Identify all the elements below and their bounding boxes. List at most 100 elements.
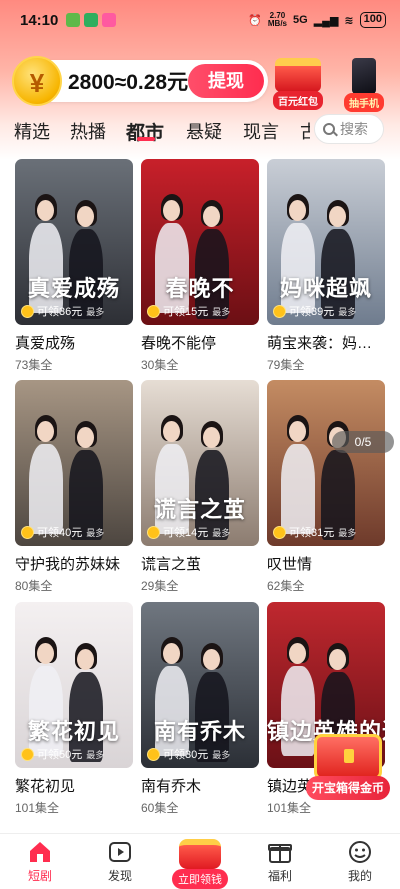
drama-title[interactable]: 春晚不能停 bbox=[141, 332, 259, 353]
drama-poster[interactable]: 妈咪超飒可领39元 最多 bbox=[267, 159, 385, 325]
reward-amount: 可领36元 bbox=[37, 306, 83, 318]
drama-episode-count: 30集全 bbox=[141, 358, 179, 372]
gift-icon bbox=[267, 839, 293, 865]
drama-poster[interactable]: 谎言之茧 可领14元 最多 bbox=[141, 380, 259, 546]
reward-max-label: 最多 bbox=[338, 527, 357, 538]
drama-title[interactable]: 繁花初见 bbox=[15, 775, 133, 796]
drama-episode-count: 80集全 bbox=[15, 579, 53, 593]
red-envelope-promo[interactable]: 百元红包 bbox=[270, 58, 326, 110]
phone-icon bbox=[352, 58, 376, 94]
treasure-chest-icon bbox=[314, 734, 382, 780]
tab-xianyan[interactable]: 现言 bbox=[243, 118, 279, 144]
withdraw-button[interactable]: 提现 bbox=[188, 64, 264, 98]
drama-episode-count: 29集全 bbox=[141, 579, 179, 593]
nav-claim-money[interactable]: 立即领钱 bbox=[170, 839, 230, 889]
category-tabs: 精选 热播 都市 悬疑 现言 古 bbox=[0, 112, 310, 152]
drama-card[interactable]: 谎言之茧 可领14元 最多谎言之茧 29集全 bbox=[141, 380, 259, 594]
search-box[interactable]: 搜索 bbox=[314, 114, 384, 144]
nav-profile[interactable]: 我的 bbox=[330, 839, 390, 884]
phone-lottery-promo[interactable]: 抽手机 bbox=[336, 58, 392, 112]
coin-icon bbox=[147, 747, 160, 761]
drama-poster[interactable]: 可领40元 最多 bbox=[15, 380, 133, 546]
poster-title-art: 真爱成殇 bbox=[27, 276, 120, 301]
nav-welfare-label: 福利 bbox=[267, 869, 292, 883]
signal-icon: ▂▄▆ bbox=[313, 14, 339, 27]
play-icon bbox=[107, 839, 133, 865]
drama-card[interactable]: 可领40元 最多守护我的苏妹妹 80集全 bbox=[15, 380, 133, 594]
drama-title[interactable]: 萌宝来袭：妈… bbox=[267, 332, 385, 353]
status-bar: 14:10 ⏰ 2.70 MB/s 5G ▂▄▆ ≋ 100 bbox=[0, 0, 400, 40]
poster-figure-face bbox=[203, 649, 220, 670]
nav-short-drama-label: 短剧 bbox=[27, 869, 52, 883]
coin-balance-text: 2800≈0.28元 bbox=[68, 71, 189, 94]
nav-welfare[interactable]: 福利 bbox=[250, 839, 310, 884]
tab-jingxuan[interactable]: 精选 bbox=[14, 118, 50, 144]
coin-icon bbox=[21, 304, 34, 318]
drama-episode-count: 60集全 bbox=[141, 801, 179, 815]
app-notification-icon bbox=[66, 13, 81, 27]
status-time: 14:10 bbox=[20, 11, 59, 29]
wifi-icon: ≋ bbox=[344, 14, 354, 27]
reward-max-label: 最多 bbox=[86, 749, 105, 760]
drama-title[interactable]: 真爱成殇 bbox=[15, 332, 133, 353]
tab-rebo[interactable]: 热播 bbox=[70, 118, 106, 144]
drama-card[interactable]: 繁花初见 可领50元 最多 繁花初见 101集全 bbox=[15, 602, 133, 816]
drama-poster[interactable]: 繁花初见可领50元 最多 bbox=[15, 602, 133, 768]
drama-title[interactable]: 叹世情 bbox=[267, 553, 385, 574]
poster-figure-face bbox=[329, 649, 346, 670]
drama-card[interactable]: 可领31元 最多叹世情 62集全 bbox=[267, 380, 385, 594]
treasure-box-button[interactable]: 开宝箱得金币 bbox=[306, 734, 390, 800]
reward-amount: 可领31元 bbox=[289, 527, 335, 539]
coin-icon bbox=[273, 525, 286, 539]
chat-notification-icon bbox=[84, 13, 99, 27]
poster-title-art: 春晚不 bbox=[165, 276, 235, 301]
drama-poster[interactable]: 南有乔木 可领30元 最多 bbox=[141, 602, 259, 768]
drama-card[interactable]: 春晚不 可领15元 最多春晚不能停 30集全 bbox=[141, 159, 259, 373]
poster-figure-face bbox=[77, 206, 94, 227]
reward-max-label: 最多 bbox=[338, 306, 357, 317]
red-envelope-icon bbox=[179, 839, 221, 869]
reward-hint: 可领39元 最多 bbox=[273, 303, 379, 319]
poster-title-art: 繁花初见 bbox=[27, 719, 120, 744]
coin-icon bbox=[147, 304, 160, 318]
reward-hint: 可领36元 最多 bbox=[21, 303, 127, 319]
coin-icon bbox=[21, 747, 34, 761]
drama-poster[interactable]: 可领31元 最多 bbox=[267, 380, 385, 546]
coin-balance-bar[interactable]: ¥ 2800≈0.28元 提现 bbox=[12, 56, 268, 106]
tab-guzhuang[interactable]: 古 bbox=[300, 118, 310, 144]
drama-episode-count: 79集全 bbox=[267, 358, 305, 372]
bottom-nav: 短剧 发现 立即领钱 福利 我的 bbox=[0, 833, 400, 889]
nav-short-drama[interactable]: 短剧 bbox=[10, 839, 70, 884]
poster-figure-face bbox=[37, 200, 54, 221]
poster-figure-face bbox=[163, 643, 180, 664]
poster-figure-face bbox=[289, 643, 306, 664]
reward-amount: 可领50元 bbox=[37, 749, 83, 761]
drama-card[interactable]: 妈咪超飒可领39元 最多萌宝来袭：妈… 79集全 bbox=[267, 159, 385, 373]
drama-title[interactable]: 谎言之茧 bbox=[141, 553, 259, 574]
drama-episode-count: 62集全 bbox=[267, 579, 305, 593]
reward-max-label: 最多 bbox=[86, 527, 105, 538]
reward-hint: 可领31元 最多 bbox=[273, 524, 379, 540]
phone-lottery-label: 抽手机 bbox=[344, 93, 384, 112]
poster-figure-face bbox=[163, 200, 180, 221]
drama-episode-count: 101集全 bbox=[15, 801, 60, 815]
reward-amount: 可领40元 bbox=[37, 527, 83, 539]
nav-claim-money-label: 立即领钱 bbox=[172, 869, 228, 889]
search-placeholder: 搜索 bbox=[340, 121, 368, 137]
drama-title[interactable]: 守护我的苏妹妹 bbox=[15, 553, 133, 574]
alarm-icon: ⏰ bbox=[248, 14, 262, 27]
home-icon bbox=[27, 839, 53, 865]
red-envelope-icon bbox=[275, 58, 321, 92]
drama-poster[interactable]: 真爱成殇可领36元 最多 bbox=[15, 159, 133, 325]
reward-amount: 可领30元 bbox=[163, 749, 209, 761]
active-tab-indicator bbox=[137, 137, 155, 141]
drama-poster[interactable]: 春晚不 可领15元 最多 bbox=[141, 159, 259, 325]
progress-counter: 0/5 bbox=[332, 431, 394, 453]
drama-title[interactable]: 南有乔木 bbox=[141, 775, 259, 796]
drama-card[interactable]: 南有乔木 可领30元 最多南有乔木 60集全 bbox=[141, 602, 259, 816]
nav-profile-label: 我的 bbox=[347, 869, 372, 883]
poster-title-art: 妈咪超飒 bbox=[279, 276, 372, 301]
tab-xuanyi[interactable]: 悬疑 bbox=[186, 118, 222, 144]
nav-discover[interactable]: 发现 bbox=[90, 839, 150, 884]
drama-card[interactable]: 真爱成殇 可领36元 最多 真爱成殇 73集全 bbox=[15, 159, 133, 373]
